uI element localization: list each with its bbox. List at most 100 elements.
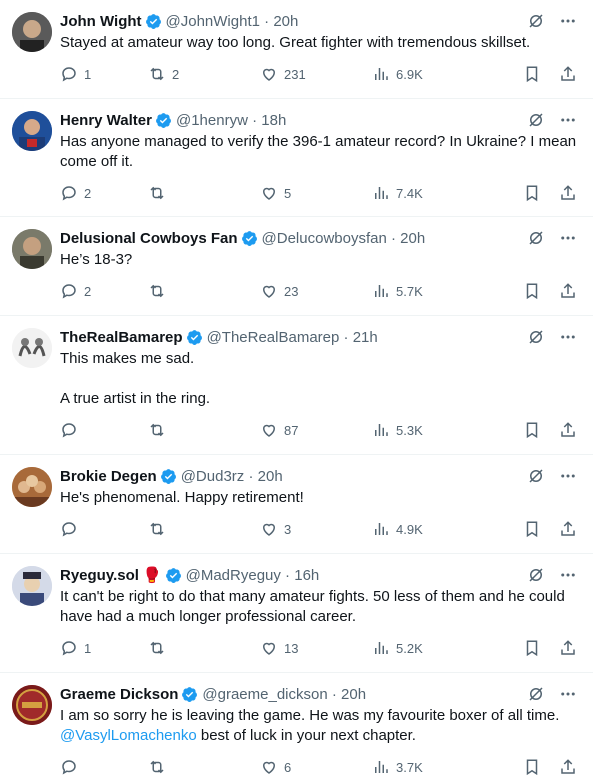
retweet-button[interactable] [148,520,260,538]
bookmark-icon[interactable] [523,65,541,83]
reply-button[interactable] [60,421,148,439]
timestamp[interactable]: 20h [400,230,425,247]
tweet[interactable]: Ryeguy.sol 🥊 @MadRyeguy · 16h It can't b… [0,554,593,673]
timestamp[interactable]: 20h [273,13,298,30]
reply-icon [62,67,76,82]
retweet-icon [150,760,164,774]
tweet[interactable]: Delusional Cowboys Fan @Delucowboysfan ·… [0,217,593,316]
display-name[interactable]: TheRealBamarep [60,329,183,346]
retweet-button[interactable] [148,421,260,439]
more-options-icon[interactable] [559,229,577,247]
bookmark-icon[interactable] [523,639,541,657]
timestamp[interactable]: 20h [341,686,366,703]
handle[interactable]: @TheRealBamarep [207,329,340,346]
avatar[interactable] [12,328,52,368]
grok-icon[interactable] [527,328,545,346]
views-button[interactable]: 3.7K [372,758,492,776]
more-options-icon[interactable] [559,12,577,30]
reply-button[interactable]: 2 [60,184,148,202]
tweet-text: He’s 18-3? [60,251,133,268]
tweet[interactable]: TheRealBamarep @TheRealBamarep · 21h Thi… [0,316,593,455]
like-button[interactable]: 87 [260,421,372,439]
handle[interactable]: @MadRyeguy [186,567,281,584]
avatar[interactable] [12,12,52,52]
grok-icon[interactable] [527,685,545,703]
mention-link[interactable]: @VasylLomachenko [60,727,197,744]
reply-button[interactable]: 2 [60,282,148,300]
bookmark-icon[interactable] [523,282,541,300]
timestamp[interactable]: 21h [353,329,378,346]
grok-icon[interactable] [527,229,545,247]
more-options-icon[interactable] [559,328,577,346]
tweet[interactable]: John Wight @JohnWight1 · 20h Stayed at a… [0,0,593,99]
more-options-icon[interactable] [559,685,577,703]
avatar[interactable] [12,467,52,507]
display-name[interactable]: Henry Walter [60,112,152,129]
views-button[interactable]: 5.3K [372,421,492,439]
grok-icon[interactable] [527,467,545,485]
timestamp[interactable]: 18h [261,112,286,129]
like-button[interactable]: 23 [260,282,372,300]
like-button[interactable]: 6 [260,758,372,776]
retweet-button[interactable] [148,639,260,657]
like-button[interactable]: 3 [260,520,372,538]
views-icon [375,68,388,80]
views-button[interactable]: 4.9K [372,520,492,538]
views-button[interactable]: 6.9K [372,65,492,83]
tweet[interactable]: Graeme Dickson @graeme_dickson · 20h I a… [0,673,593,777]
tweet-header: Delusional Cowboys Fan @Delucowboysfan ·… [60,227,577,249]
display-name[interactable]: Brokie Degen [60,468,157,485]
timestamp[interactable]: 20h [258,468,283,485]
heart-icon [262,187,276,200]
tweet[interactable]: Brokie Degen @Dud3rz · 20h He's phenomen… [0,455,593,554]
verified-badge-icon [145,13,161,29]
avatar[interactable] [12,566,52,606]
grok-icon[interactable] [527,111,545,129]
share-icon[interactable] [559,421,577,439]
avatar[interactable] [12,685,52,725]
share-icon[interactable] [559,639,577,657]
share-icon[interactable] [559,520,577,538]
share-icon[interactable] [559,65,577,83]
like-button[interactable]: 13 [260,639,372,657]
share-icon[interactable] [559,184,577,202]
bookmark-icon[interactable] [523,520,541,538]
avatar[interactable] [12,111,52,151]
views-button[interactable]: 5.7K [372,282,492,300]
like-button[interactable]: 231 [260,65,372,83]
display-name[interactable]: Graeme Dickson [60,686,178,703]
avatar[interactable] [12,229,52,269]
retweet-button[interactable] [148,184,260,202]
timestamp[interactable]: 16h [294,567,319,584]
handle[interactable]: @Dud3rz [181,468,245,485]
more-options-icon[interactable] [559,467,577,485]
bookmark-icon[interactable] [523,758,541,776]
share-icon[interactable] [559,758,577,776]
reply-button[interactable]: 1 [60,65,148,83]
reply-button[interactable]: 1 [60,639,148,657]
display-name[interactable]: Delusional Cowboys Fan [60,230,238,247]
more-options-icon[interactable] [559,111,577,129]
separator-dot: · [244,467,258,485]
retweet-button[interactable]: 2 [148,65,260,83]
handle[interactable]: @Delucowboysfan [262,230,387,247]
grok-icon[interactable] [527,566,545,584]
bookmark-icon[interactable] [523,184,541,202]
display-name[interactable]: Ryeguy.sol [60,567,139,584]
views-button[interactable]: 7.4K [372,184,492,202]
tweet[interactable]: Henry Walter @1henryw · 18h Has anyone m… [0,99,593,217]
views-button[interactable]: 5.2K [372,639,492,657]
handle[interactable]: @graeme_dickson [202,686,327,703]
share-icon[interactable] [559,282,577,300]
grok-icon[interactable] [527,12,545,30]
reply-button[interactable] [60,520,148,538]
like-button[interactable]: 5 [260,184,372,202]
display-name[interactable]: John Wight [60,13,142,30]
retweet-button[interactable] [148,758,260,776]
handle[interactable]: @JohnWight1 [166,13,260,30]
more-options-icon[interactable] [559,566,577,584]
bookmark-icon[interactable] [523,421,541,439]
retweet-button[interactable] [148,282,260,300]
reply-button[interactable] [60,758,148,776]
handle[interactable]: @1henryw [176,112,248,129]
